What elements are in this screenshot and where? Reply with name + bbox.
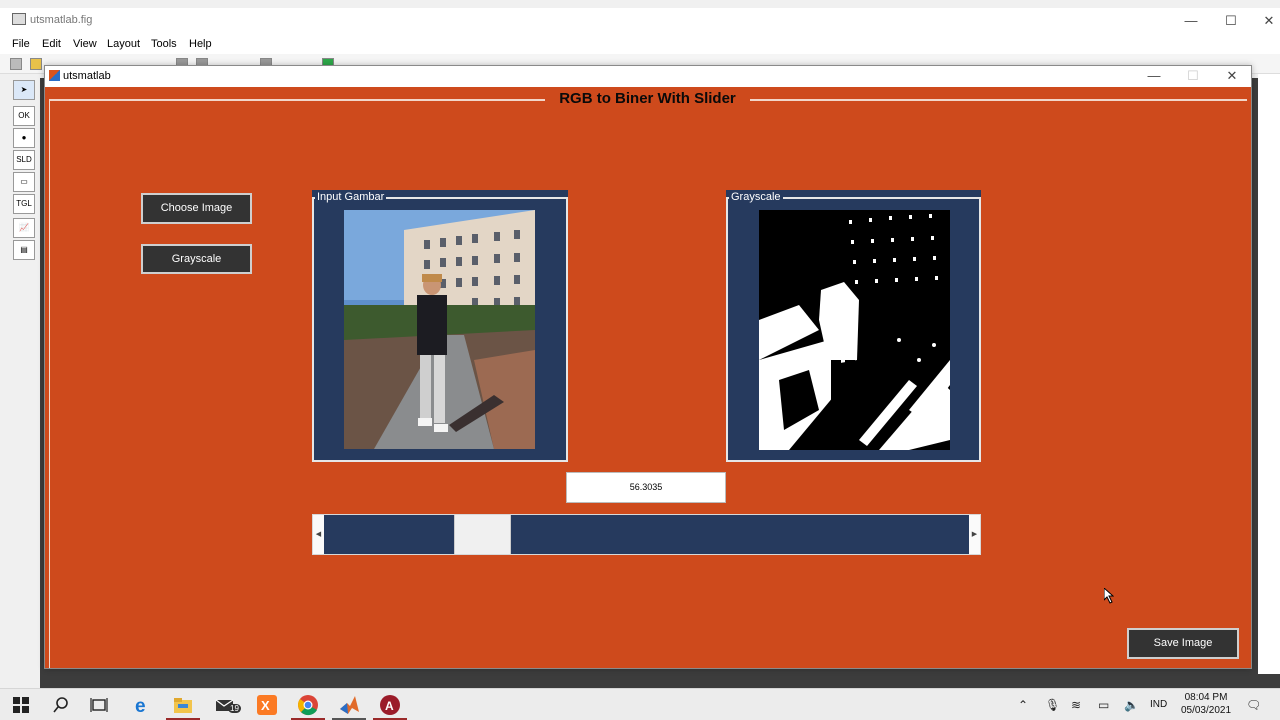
pushbutton-tool-icon[interactable]: OK	[13, 106, 35, 126]
xampp-icon[interactable]: X	[256, 694, 278, 716]
clock-date: 05/03/2021	[1180, 705, 1232, 716]
app-a-icon[interactable]: A	[379, 694, 401, 716]
battery-icon[interactable]: ▭	[1098, 698, 1109, 712]
threshold-slider[interactable]: ◀ ▶	[312, 514, 981, 555]
input-image-panel: Input Gambar	[312, 190, 568, 462]
edit-text-tool-icon[interactable]: ▭	[13, 172, 35, 192]
slider-right-arrow-icon[interactable]: ▶	[969, 515, 980, 554]
svg-text:X: X	[261, 698, 270, 713]
radiobutton-tool-icon[interactable]: ●	[13, 128, 35, 148]
figure-window: utsmatlab — ☐ ✕ RGB to Biner With Slider…	[44, 65, 1252, 669]
figure-close-button[interactable]: ✕	[1217, 67, 1247, 85]
figure-window-title: utsmatlab	[63, 70, 111, 82]
grayscale-panel-label: Grayscale	[729, 190, 783, 204]
maximize-button[interactable]: ☐	[1216, 12, 1246, 30]
new-file-icon[interactable]	[10, 58, 22, 70]
edge-icon[interactable]: e	[132, 694, 154, 716]
clock[interactable]: 08:04 PM 05/03/2021	[1176, 691, 1236, 717]
menu-tools[interactable]: Tools	[151, 38, 177, 50]
slider-left-arrow-icon[interactable]: ◀	[313, 515, 324, 554]
figure-body: RGB to Biner With Slider Choose Image Gr…	[45, 87, 1251, 668]
minimize-button[interactable]: —	[1176, 12, 1206, 30]
mouse-cursor-icon	[1104, 588, 1114, 604]
fig-file-icon	[12, 13, 26, 25]
input-language[interactable]: IND	[1150, 699, 1167, 710]
mail-badge: 19	[228, 704, 241, 713]
main-panel-title: RGB to Biner With Slider	[545, 90, 750, 107]
main-panel	[49, 99, 1247, 668]
menu-edit[interactable]: Edit	[42, 38, 61, 50]
slider-thumb[interactable]	[454, 515, 511, 554]
volume-icon[interactable]: 🔈	[1124, 698, 1139, 712]
panel-tool-icon[interactable]: ▤	[13, 240, 35, 260]
search-icon[interactable]	[50, 694, 72, 716]
guide-titlebar: utsmatlab.fig — ☐ ✕	[0, 8, 1280, 34]
matlab-figure-icon	[49, 70, 60, 81]
matlab-icon[interactable]	[338, 694, 360, 716]
clock-time: 08:04 PM	[1184, 692, 1228, 703]
input-panel-label: Input Gambar	[315, 190, 387, 204]
grayscale-button[interactable]: Grayscale	[141, 244, 252, 274]
chrome-icon[interactable]	[297, 694, 319, 716]
open-folder-icon[interactable]	[30, 58, 42, 70]
close-button[interactable]: ✕	[1254, 12, 1280, 30]
svg-text:e: e	[135, 696, 146, 716]
choose-image-button[interactable]: Choose Image	[141, 193, 252, 224]
svg-text:A: A	[385, 699, 394, 713]
menu-file[interactable]: File	[12, 38, 30, 50]
menu-help[interactable]: Help	[189, 38, 212, 50]
microphone-icon[interactable]: 🎙	[1045, 698, 1060, 712]
threshold-value-field[interactable]: 56.3035	[566, 472, 726, 503]
figure-minimize-button[interactable]: —	[1139, 67, 1169, 85]
task-view-icon[interactable]	[88, 694, 110, 716]
tray-chevron-up-icon[interactable]: ⌃	[1018, 698, 1028, 712]
input-image	[344, 210, 535, 449]
taskbar: e 19 X A ⌃ 🎙 ≋ ▭ 🔈 IND 08:04 PM 05/03/20…	[0, 688, 1280, 720]
binary-image	[759, 210, 950, 450]
select-arrow-icon[interactable]: ➤	[13, 80, 35, 100]
guide-window-title: utsmatlab.fig	[30, 14, 93, 26]
notifications-icon[interactable]: 🗨	[1246, 698, 1261, 712]
file-explorer-icon[interactable]	[172, 694, 194, 716]
menu-view[interactable]: View	[73, 38, 97, 50]
figure-maximize-button[interactable]: ☐	[1178, 67, 1208, 85]
slider-tool-icon[interactable]: SLD	[13, 150, 35, 170]
start-icon[interactable]	[10, 694, 32, 716]
guide-vertical-scrollbar[interactable]	[1258, 74, 1280, 674]
save-image-button[interactable]: Save Image	[1127, 628, 1239, 659]
figure-titlebar: utsmatlab — ☐ ✕	[45, 66, 1251, 87]
axes-tool-icon[interactable]: 📈	[13, 218, 35, 238]
menu-layout[interactable]: Layout	[107, 38, 140, 50]
guide-menubar: File Edit View Layout Tools Help	[0, 34, 1280, 54]
wifi-icon[interactable]: ≋	[1071, 698, 1081, 712]
component-palette: ➤ OK ● SLD ▭ TGL 📈 ▤	[10, 78, 42, 268]
toggle-tool-icon[interactable]: TGL	[13, 194, 35, 214]
grayscale-panel: Grayscale	[726, 190, 981, 462]
